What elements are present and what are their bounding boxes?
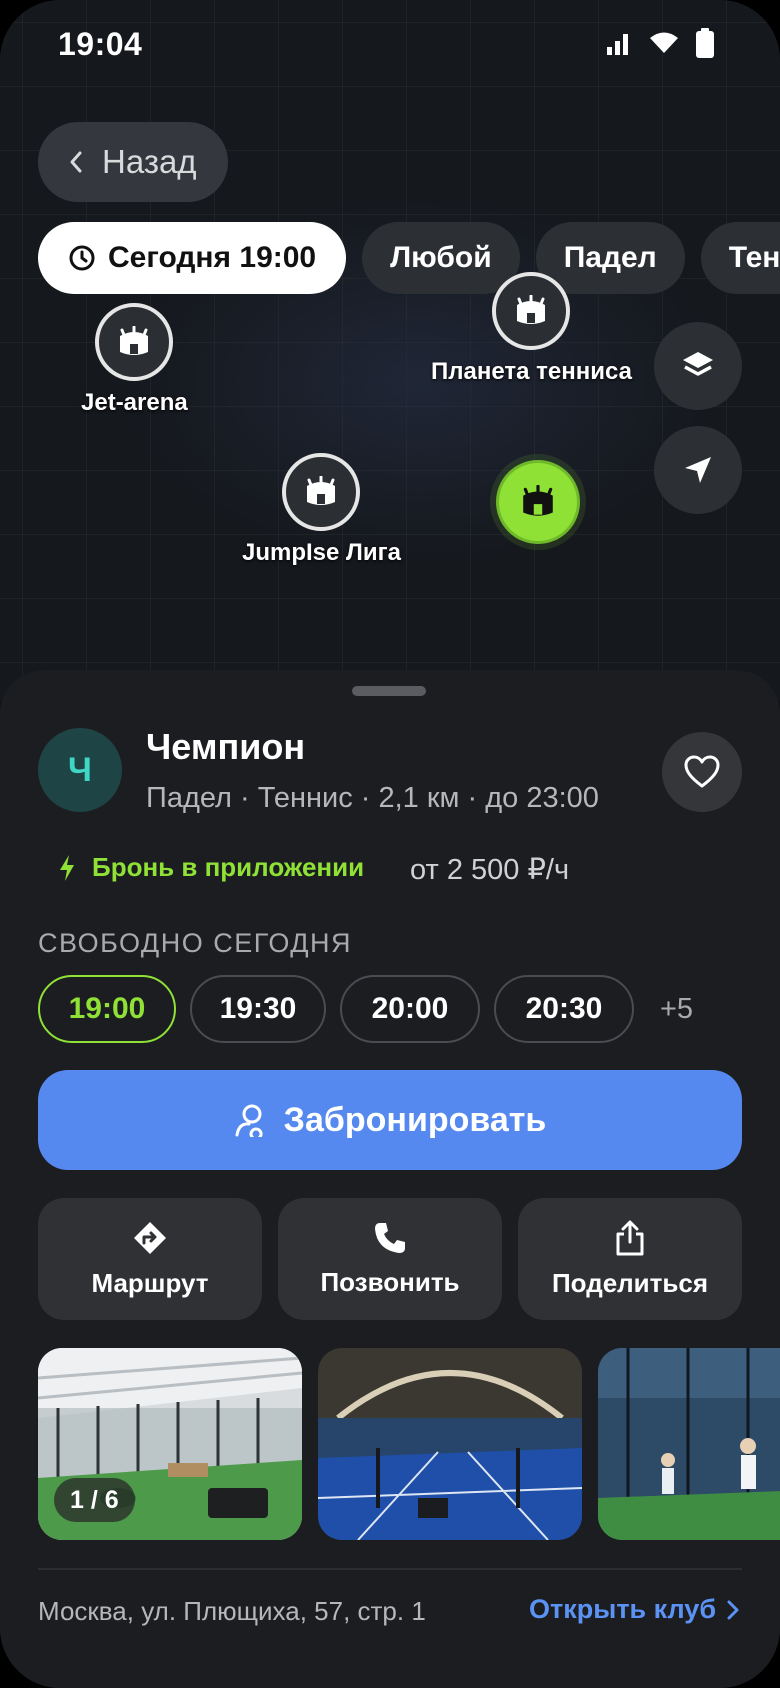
my-location-button[interactable] — [654, 426, 742, 514]
pin-circle — [492, 272, 571, 350]
share-button[interactable]: Поделиться — [518, 1198, 742, 1320]
call-button[interactable]: Позвонить — [278, 1198, 502, 1320]
call-label: Позвонить — [320, 1266, 460, 1297]
stadium-icon — [307, 476, 336, 505]
sheet-handle[interactable] — [352, 686, 426, 696]
lightning-icon — [60, 854, 74, 881]
club-photo[interactable]: 1 / 6 — [38, 1348, 302, 1540]
pin-label: JumpIse Лига — [242, 539, 401, 566]
stadium-icon — [120, 326, 149, 355]
in-app-booking-badge: Бронь в приложении — [58, 852, 364, 883]
pin-circle — [282, 453, 361, 531]
map-pin-jumpise-liga[interactable]: JumpIse Лига — [242, 453, 401, 567]
in-app-booking-label: Бронь в приложении — [92, 852, 365, 882]
status-icons — [606, 28, 714, 58]
route-label: Маршрут — [91, 1267, 209, 1298]
back-label: Назад — [102, 143, 197, 180]
route-button[interactable]: Маршрут — [38, 1198, 262, 1320]
map-layers-button[interactable] — [654, 322, 742, 410]
club-photo-image — [598, 1348, 780, 1540]
battery-icon — [696, 28, 714, 58]
back-button[interactable]: Назад — [38, 122, 228, 202]
club-actions: Маршрут Позвонить Поделиться — [38, 1198, 742, 1320]
open-club-link[interactable]: Открыть клуб — [529, 1594, 740, 1625]
filter-chip-tennis[interactable]: Теннис — [700, 222, 780, 294]
slots-section-title: СВОБОДНО СЕГОДНЯ — [38, 928, 353, 958]
filter-chip-time[interactable]: Сегодня 19:00 — [38, 222, 347, 294]
open-club-label: Открыть клуб — [529, 1594, 716, 1624]
time-slot[interactable]: 19:30 — [190, 975, 326, 1043]
map-pin-selected[interactable] — [496, 460, 580, 544]
layers-icon — [683, 352, 713, 376]
pin-circle — [95, 303, 174, 381]
club-bottom-sheet: Ч Чемпион Падел · Теннис · 2,1 км · до 2… — [0, 670, 780, 1688]
club-photo[interactable] — [598, 1348, 780, 1540]
stadium-icon — [517, 295, 546, 324]
time-slots: 19:00 19:30 20:00 20:30 +5 — [38, 975, 693, 1043]
navigation-arrow-icon — [685, 457, 711, 483]
pin-label: Jet-arena — [81, 389, 188, 416]
filter-chip-label: Теннис — [728, 241, 780, 274]
user-icon — [235, 1104, 263, 1137]
cellular-signal-icon — [607, 34, 628, 55]
map-pin-jet-arena[interactable]: Jet-arena — [81, 303, 188, 417]
club-meta: Падел · Теннис · 2,1 км · до 23:00 — [146, 782, 599, 814]
chevron-right-icon — [727, 1600, 739, 1619]
stadium-icon — [523, 485, 553, 516]
filter-chip-label: Падел — [563, 241, 657, 274]
time-slot[interactable]: 20:30 — [494, 975, 634, 1043]
book-button-label: Забронировать — [283, 1100, 547, 1139]
time-slot[interactable]: 19:00 — [38, 975, 176, 1043]
filter-chip-label: Любой — [390, 241, 492, 274]
phone-icon — [375, 1222, 405, 1253]
chevron-left-icon — [70, 151, 82, 173]
heart-icon — [684, 755, 720, 788]
filter-chips: Сегодня 19:00 Любой Падел Теннис — [38, 222, 780, 294]
more-slots-link[interactable]: +5 — [660, 993, 693, 1026]
map-pin-planeta-tennisa[interactable]: Планета тенниса — [431, 272, 632, 386]
photo-counter: 1 / 6 — [54, 1478, 135, 1522]
filter-chip-label: Сегодня 19:00 — [108, 241, 317, 274]
club-photo[interactable] — [318, 1348, 582, 1540]
pin-label: Планета тенниса — [431, 358, 632, 385]
club-address: Москва, ул. Плющиха, 57, стр. 1 — [38, 1596, 426, 1626]
share-icon — [616, 1220, 644, 1255]
share-label: Поделиться — [551, 1267, 709, 1298]
price-label: от 2 500 ₽/ч — [410, 854, 570, 886]
club-name: Чемпион — [146, 726, 306, 767]
wifi-icon — [650, 32, 678, 53]
selected-pin-circle — [496, 460, 580, 544]
photo-gallery[interactable]: 1 / 6 — [38, 1348, 780, 1540]
clock-icon — [69, 245, 95, 271]
time-slot[interactable]: 20:00 — [340, 975, 480, 1043]
club-avatar: Ч — [38, 728, 122, 812]
club-photo-image — [318, 1348, 582, 1540]
booking-info-row: Бронь в приложении от 2 500 ₽/ч — [58, 852, 569, 886]
status-bar: 19:04 — [0, 0, 780, 90]
divider — [38, 1568, 742, 1570]
route-icon — [134, 1221, 166, 1254]
status-time: 19:04 — [58, 26, 143, 62]
favorite-button[interactable] — [662, 732, 742, 812]
map-view[interactable]: 19:04 Назад Сегодня 19:00 Любой Падел Те… — [0, 0, 780, 700]
book-button[interactable]: Забронировать — [38, 1070, 742, 1170]
phone-screen: 19:04 Назад Сегодня 19:00 Любой Падел Те… — [0, 0, 780, 1688]
